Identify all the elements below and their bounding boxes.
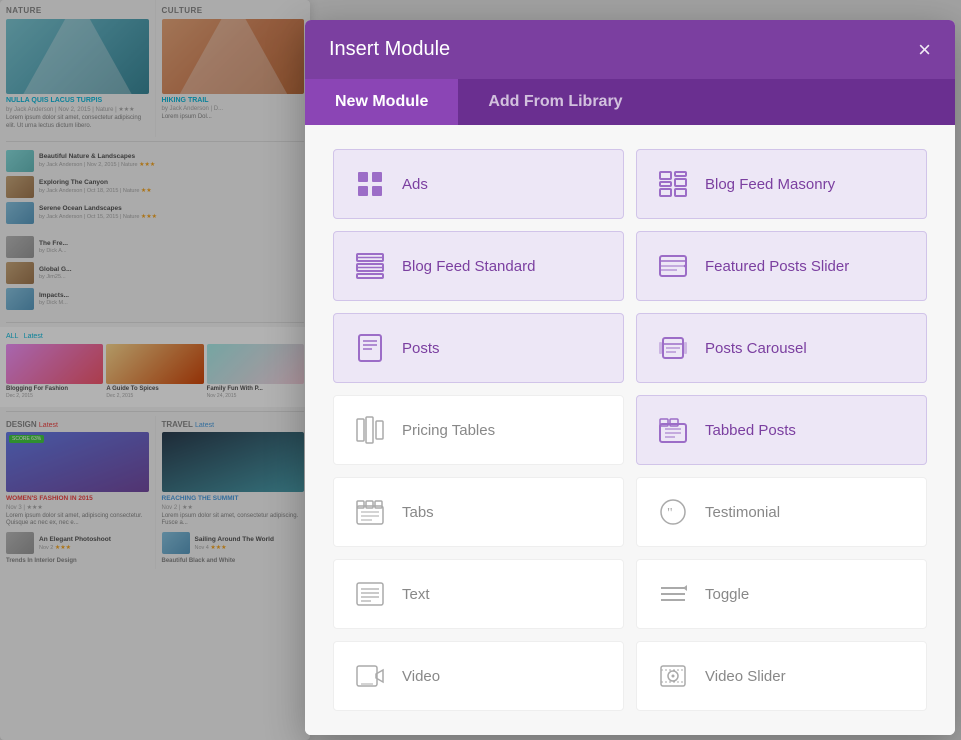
testimonial-label: Testimonial (705, 504, 780, 521)
video-slider-icon (655, 658, 691, 694)
module-tabs[interactable]: Tabs (333, 477, 624, 547)
module-posts[interactable]: Posts (333, 313, 624, 383)
tabbed-posts-label: Tabbed Posts (705, 422, 796, 439)
module-testimonial[interactable]: " Testimonial (636, 477, 927, 547)
module-pricing-tables[interactable]: Pricing Tables (333, 395, 624, 465)
slider-icon (655, 248, 691, 284)
masonry-icon (655, 166, 691, 202)
modal-header: Insert Module × (305, 20, 955, 79)
pricing-tables-label: Pricing Tables (402, 422, 495, 439)
modal-body: Ads Blog Feed Masonry (305, 125, 955, 735)
featured-posts-slider-label: Featured Posts Slider (705, 258, 849, 275)
pricing-icon (352, 412, 388, 448)
posts-label: Posts (402, 340, 440, 357)
list-icon (352, 248, 388, 284)
ads-label: Ads (402, 176, 428, 193)
video-slider-label: Video Slider (705, 668, 786, 685)
tab-add-from-library[interactable]: Add From Library (458, 79, 652, 125)
grid-icon (352, 166, 388, 202)
toggle-label: Toggle (705, 586, 749, 603)
blog-feed-masonry-label: Blog Feed Masonry (705, 176, 835, 193)
testimonial-icon: " (655, 494, 691, 530)
insert-module-modal: Insert Module × New Module Add From Libr… (305, 20, 955, 735)
blog-feed-standard-label: Blog Feed Standard (402, 258, 535, 275)
posts-icon (352, 330, 388, 366)
modal-title: Insert Module (329, 38, 450, 61)
module-blog-feed-standard[interactable]: Blog Feed Standard (333, 231, 624, 301)
tabs-icon (352, 494, 388, 530)
module-blog-feed-masonry[interactable]: Blog Feed Masonry (636, 149, 927, 219)
text-label: Text (402, 586, 430, 603)
module-ads[interactable]: Ads (333, 149, 624, 219)
video-icon (352, 658, 388, 694)
svg-text:": " (667, 506, 673, 521)
module-video-slider[interactable]: Video Slider (636, 641, 927, 711)
module-featured-posts-slider[interactable]: Featured Posts Slider (636, 231, 927, 301)
text-icon (352, 576, 388, 612)
close-button[interactable]: × (918, 39, 931, 61)
module-text[interactable]: Text (333, 559, 624, 629)
tabbed-icon (655, 412, 691, 448)
module-video[interactable]: Video (333, 641, 624, 711)
modules-grid: Ads Blog Feed Masonry (333, 149, 927, 711)
tabs-label: Tabs (402, 504, 434, 521)
module-toggle[interactable]: Toggle (636, 559, 927, 629)
toggle-icon (655, 576, 691, 612)
posts-carousel-label: Posts Carousel (705, 340, 807, 357)
modal-tabs: New Module Add From Library (305, 79, 955, 125)
video-label: Video (402, 668, 440, 685)
module-tabbed-posts[interactable]: Tabbed Posts (636, 395, 927, 465)
tab-new-module[interactable]: New Module (305, 79, 458, 125)
carousel-icon (655, 330, 691, 366)
module-posts-carousel[interactable]: Posts Carousel (636, 313, 927, 383)
